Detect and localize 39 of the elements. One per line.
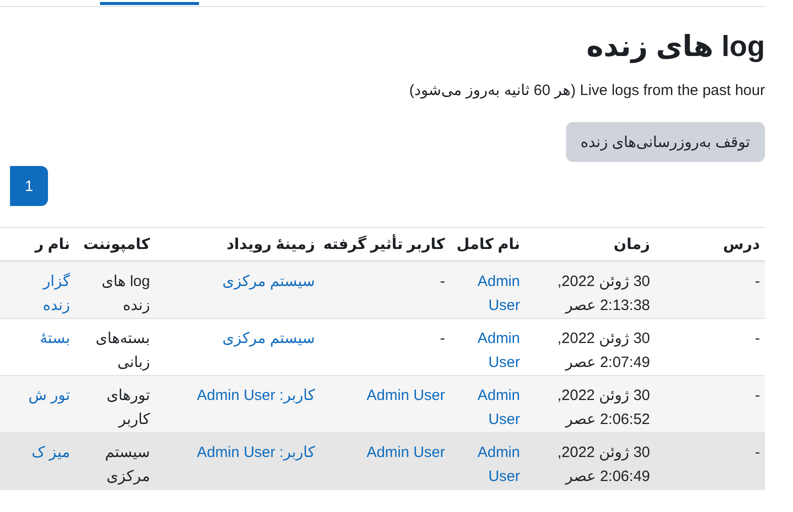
- column-header: نام کامل: [456, 236, 520, 253]
- page-button[interactable]: 1: [10, 166, 48, 206]
- table-cell: 30 ژوئن 2022, 2:06:49 عصر: [557, 444, 650, 484]
- column-header: کامپوننت: [83, 236, 150, 253]
- table-cell: -: [755, 272, 760, 290]
- table-cell: سیستم مرکزی: [105, 444, 150, 484]
- cell-link[interactable]: تور ش: [28, 384, 70, 408]
- column-header: زمینهٔ رویداد: [226, 236, 315, 253]
- cell-link[interactable]: Admin User: [477, 326, 520, 374]
- cell-link[interactable]: سیستم مرکزی: [222, 270, 315, 294]
- cell-link[interactable]: میز ک: [32, 440, 70, 464]
- column-header: نام ر: [34, 236, 70, 253]
- table-cell: 30 ژوئن 2022, 2:06:52 عصر: [557, 386, 650, 428]
- column-header: کاربر تأثیر گرفته: [323, 236, 445, 253]
- cell-link[interactable]: Admin User: [366, 384, 445, 408]
- table-cell: تورهای کاربر: [106, 386, 150, 428]
- description-text: Live logs from the past hour (هر 60 ثانیه به‌روز می‌شود): [408, 81, 765, 101]
- cell-link[interactable]: گزار زنده: [42, 270, 70, 317]
- cell-link[interactable]: کاربر: Admin User: [196, 440, 315, 464]
- cell-link[interactable]: Admin User: [477, 440, 520, 488]
- table-cell: 30 ژوئن 2022, 2:13:38 عصر: [557, 272, 650, 314]
- page-title: log های زنده: [585, 30, 765, 65]
- cell-link[interactable]: کاربر: Admin User: [196, 384, 315, 408]
- cell-link[interactable]: سیستم مرکزی: [222, 326, 315, 350]
- cell-link[interactable]: Admin User: [477, 384, 520, 432]
- table-cell: -: [440, 272, 445, 290]
- column-header: درس: [722, 236, 760, 253]
- table-cell: بسته‌های زبانی: [96, 330, 150, 370]
- column-header: زمان: [614, 236, 650, 253]
- table-cell: 30 ژوئن 2022, 2:07:49 عصر: [557, 330, 650, 370]
- pause-button[interactable]: توقف به‌روزرسانی‌های زنده: [566, 122, 765, 162]
- table-cell: -: [755, 386, 760, 404]
- table-cell: -: [755, 444, 760, 460]
- cell-link[interactable]: Admin User: [366, 440, 445, 464]
- table-cell: -: [440, 330, 445, 346]
- table-cell: log های زنده: [102, 272, 150, 314]
- cell-link[interactable]: بستهٔ: [40, 326, 70, 350]
- cell-link[interactable]: Admin User: [477, 270, 520, 318]
- table-cell: -: [755, 330, 760, 346]
